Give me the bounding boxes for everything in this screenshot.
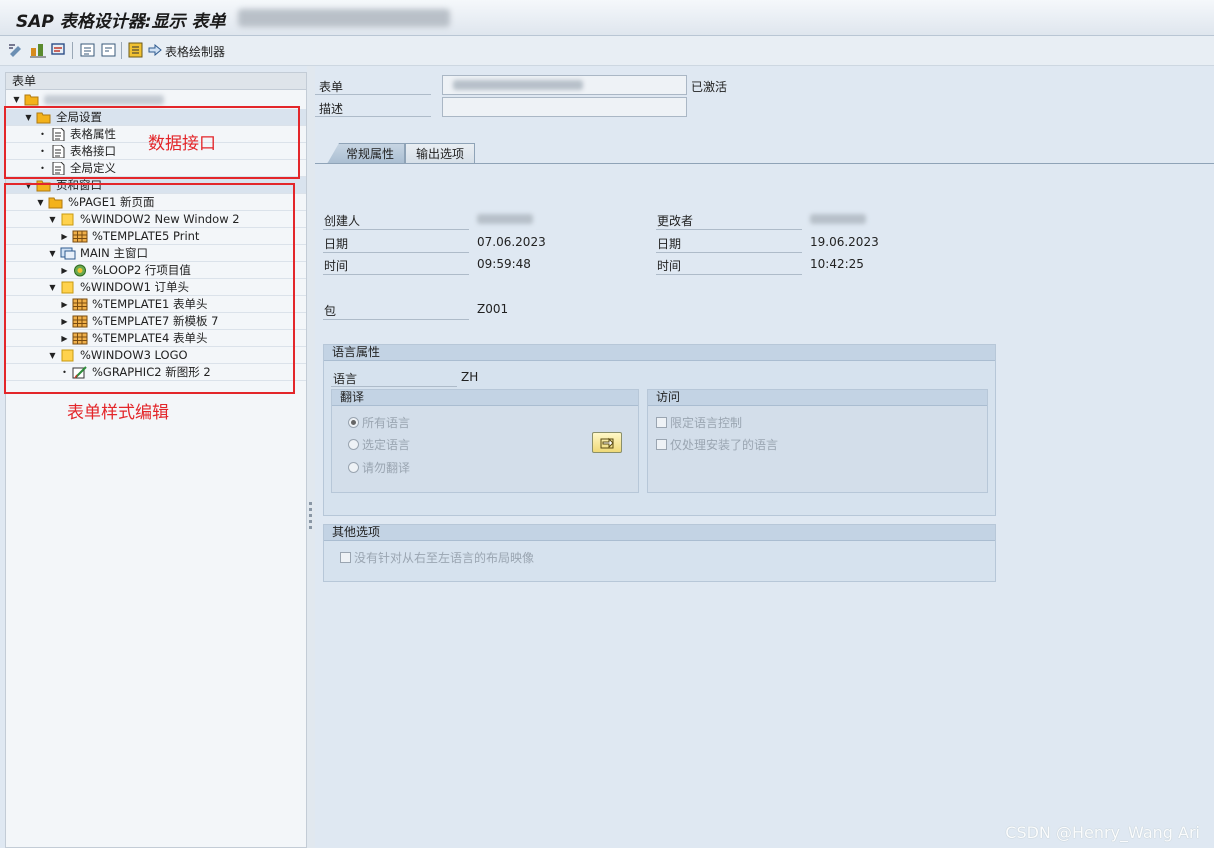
form-painter-label: 表格绘制器 (165, 44, 226, 59)
arrow-right-icon (148, 43, 162, 59)
collapse-icon[interactable] (100, 42, 118, 58)
package-value: Z001 (477, 302, 509, 316)
form-name-field[interactable] (442, 75, 687, 95)
radio-label: 选定语言 (362, 438, 411, 452)
form-painter-button[interactable]: 表格绘制器 (148, 43, 225, 59)
annotation-box-style (4, 183, 295, 394)
group-header: 翻译 (332, 390, 638, 406)
folder-open-icon (24, 93, 40, 106)
language-label: 语言 (333, 372, 358, 386)
checkbox-installed-languages[interactable]: 仅处理安装了的语言 (656, 436, 778, 453)
toolbar-separator (121, 42, 122, 59)
radio-dot (348, 462, 359, 473)
label-underline (315, 94, 431, 95)
window-title: SAP 表格设计器:显示 表单 (16, 12, 226, 32)
label-underline (656, 252, 802, 253)
form-name-redacted (44, 94, 164, 105)
label-underline (656, 229, 802, 230)
changed-time-label: 时间 (657, 259, 682, 273)
language-select-button[interactable] (592, 432, 622, 453)
title-redacted (238, 9, 450, 27)
radio-all-languages[interactable]: 所有语言 (348, 414, 410, 431)
title-bar: SAP 表格设计器:显示 表单 (0, 0, 1214, 36)
description-field[interactable] (442, 97, 687, 117)
label-underline (323, 274, 469, 275)
created-by-label: 创建人 (324, 214, 361, 228)
checkbox-label: 限定语言控制 (670, 416, 743, 430)
description-label: 描述 (319, 102, 344, 116)
changed-date-value: 19.06.2023 (810, 235, 879, 249)
label-underline (323, 319, 469, 320)
form-painter-icon[interactable] (127, 42, 145, 58)
label-underline (315, 116, 431, 117)
where-used-icon[interactable] (50, 42, 68, 58)
radio-label: 请勿翻译 (362, 461, 411, 475)
tree-header: 表单 (6, 73, 306, 90)
group-header: 语言属性 (324, 345, 995, 361)
checkbox-label: 没有针对从右至左语言的布局映像 (354, 551, 535, 565)
checkbox-no-rtl-mirror[interactable]: 没有针对从右至左语言的布局映像 (340, 549, 534, 566)
watermark: CSDN @Henry_Wang Ari (1005, 823, 1200, 842)
toolbar-separator (72, 42, 73, 59)
group-header: 其他选项 (324, 525, 995, 541)
created-date-value: 07.06.2023 (477, 235, 546, 249)
package-label: 包 (324, 304, 337, 318)
expand-icon[interactable] (79, 42, 97, 58)
folder-arrow-icon (600, 437, 614, 449)
language-value: ZH (461, 370, 479, 384)
changed-date-label: 日期 (657, 237, 682, 251)
toolbar: 表格绘制器 (0, 36, 1214, 66)
checkbox-box (656, 439, 667, 450)
label-underline (323, 229, 469, 230)
radio-selected-languages[interactable]: 选定语言 (348, 436, 410, 453)
detail-panel: 表单 已激活 描述 常规属性 输出选项 创建人 日期 07.06.2023 时间… (315, 66, 1214, 848)
created-time-label: 时间 (324, 259, 349, 273)
status-text: 已激活 (691, 80, 728, 94)
radio-dot (348, 417, 359, 428)
radio-no-translation[interactable]: 请勿翻译 (348, 459, 410, 476)
checkbox-restrict-language[interactable]: 限定语言控制 (656, 414, 742, 431)
display-change-icon[interactable] (8, 42, 26, 58)
created-date-label: 日期 (324, 237, 349, 251)
tab-output[interactable]: 输出选项 (405, 143, 476, 164)
form-name-redacted (453, 80, 583, 90)
changed-by-label: 更改者 (657, 214, 694, 228)
annotation-form-style: 表单样式编辑 (67, 403, 169, 423)
changed-by-redacted (810, 214, 866, 224)
radio-label: 所有语言 (362, 416, 411, 430)
label-underline (656, 274, 802, 275)
tab-divider (315, 163, 1214, 164)
checkbox-box (340, 552, 351, 563)
checkbox-box (656, 417, 667, 428)
pane-splitter[interactable] (307, 66, 315, 848)
created-by-redacted (477, 214, 533, 224)
tab-general[interactable]: 常规属性 (327, 143, 406, 164)
form-label: 表单 (319, 80, 344, 94)
group-header: 访问 (648, 390, 987, 406)
checkbox-label: 仅处理安装了的语言 (670, 438, 779, 452)
activate-icon[interactable] (29, 42, 47, 58)
splitter-handle[interactable] (309, 502, 312, 530)
changed-time-value: 10:42:25 (810, 257, 864, 271)
form-tree-panel: 表单 ▼ ▼ 全局设置 • 表格属性 • 表格接口 • 全局定义 ▼ 页和窗口 … (4, 72, 307, 848)
radio-dot (348, 439, 359, 450)
label-underline (331, 386, 457, 387)
annotation-data-interface: 数据接口 (148, 134, 216, 154)
created-time-value: 09:59:48 (477, 257, 531, 271)
label-underline (323, 252, 469, 253)
